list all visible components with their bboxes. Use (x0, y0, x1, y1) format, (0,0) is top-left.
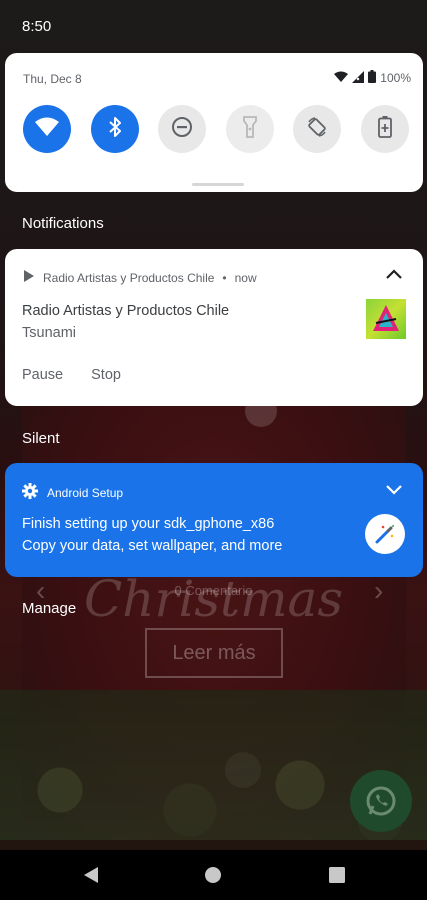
background-comment-count: 0 Comentario (174, 583, 253, 598)
do-not-disturb-tile[interactable] (158, 105, 206, 153)
play-icon (23, 269, 35, 286)
battery-icon (368, 70, 377, 86)
flashlight-tile[interactable] (225, 105, 274, 153)
setup-app-name: Android Setup (47, 485, 124, 500)
media-app-name: Radio Artistas y Productos Chile (43, 270, 215, 285)
status-bar-time: 8:50 (22, 18, 52, 35)
auto-rotate-icon (306, 116, 328, 143)
qs-drag-handle[interactable] (192, 183, 244, 186)
navigation-bar (0, 850, 427, 900)
whatsapp-icon (350, 770, 412, 832)
expand-chevron-icon[interactable] (385, 483, 403, 501)
flashlight-icon (242, 115, 257, 143)
manage-button[interactable]: Manage (22, 600, 76, 617)
qs-status-icons: 100% (334, 70, 411, 86)
collapse-chevron-icon[interactable] (385, 267, 403, 285)
quick-settings-tiles (23, 105, 409, 153)
media-artist: Tsunami (22, 325, 76, 341)
album-art-icon (366, 299, 406, 339)
battery-percent: 100% (380, 71, 411, 85)
setup-subtitle: Copy your data, set wallpaper, and more (22, 538, 283, 554)
magic-wand-icon (365, 514, 405, 554)
setup-notification-header: Android Setup (22, 483, 123, 502)
setup-title: Finish setting up your sdk_gphone_x86 (22, 516, 275, 532)
media-time: now (234, 270, 257, 285)
background-headline: Christmas (84, 570, 343, 628)
quick-settings-panel: Thu, Dec 8 100% (5, 53, 423, 192)
notifications-header: Notifications (22, 215, 104, 232)
media-title: Radio Artistas y Productos Chile (22, 303, 230, 319)
bluetooth-tile[interactable] (90, 105, 139, 153)
auto-rotate-tile[interactable] (293, 105, 341, 153)
recents-icon[interactable] (326, 864, 348, 886)
battery-saver-tile[interactable] (360, 105, 409, 153)
do-not-disturb-icon (171, 116, 193, 143)
battery-saver-icon (377, 115, 392, 143)
bluetooth-icon (107, 116, 123, 143)
background-read-more-button: Leer más (145, 628, 283, 678)
pause-button[interactable]: Pause (22, 367, 63, 383)
stop-button[interactable]: Stop (91, 367, 121, 383)
back-icon[interactable] (80, 864, 102, 886)
home-icon[interactable] (202, 864, 224, 886)
media-notification-header: Radio Artistas y Productos Chile • now (23, 269, 257, 286)
media-notification[interactable]: Radio Artistas y Productos Chile • now R… (5, 249, 423, 406)
android-setup-notification[interactable]: Android Setup Finish setting up your sdk… (5, 463, 423, 577)
cell-signal-icon (352, 70, 365, 86)
wifi-signal-icon (334, 71, 349, 86)
background-next-arrow-icon: › (374, 575, 384, 606)
qs-date: Thu, Dec 8 (23, 72, 82, 86)
wifi-icon (35, 117, 59, 142)
settings-gear-icon (22, 483, 38, 502)
silent-header: Silent (22, 430, 60, 447)
header-separator: • (222, 270, 227, 285)
media-actions: Pause Stop (22, 367, 121, 383)
wifi-tile[interactable] (23, 105, 71, 153)
